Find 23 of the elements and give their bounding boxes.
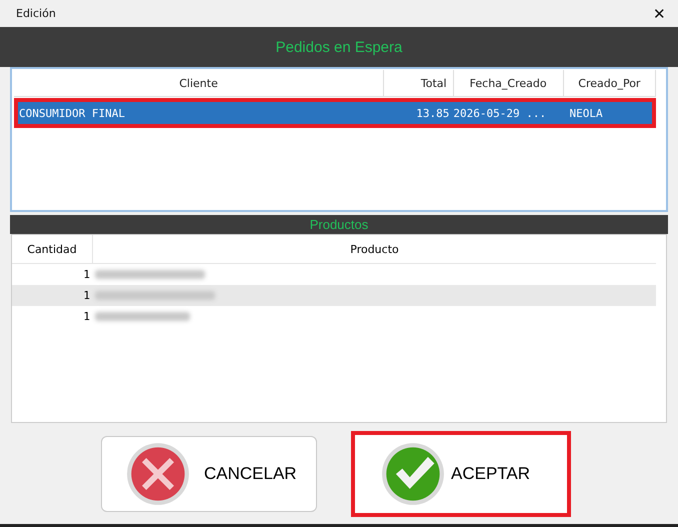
table-cell-text: CONSUMIDOR FINAL (18, 106, 126, 120)
column-header[interactable]: Producto (93, 235, 656, 263)
section-header: Pedidos en Espera (0, 27, 678, 67)
checkmark-icon (381, 442, 445, 506)
accept-button[interactable]: ACEPTAR (351, 431, 571, 517)
table-cell-text: 1 (82, 310, 90, 323)
window-title: Edición (16, 7, 56, 20)
cross-icon (126, 442, 190, 506)
table-cell-text: 1 (82, 289, 90, 302)
close-button[interactable]: ✕ (649, 4, 670, 22)
product-row[interactable]: 1 (12, 285, 656, 306)
table-cell-text: NEOLA (568, 106, 604, 120)
table-cell-text: 1 (82, 268, 90, 281)
section-header: Productos (10, 215, 668, 234)
table-cell-text: 2026-05-29 ... (453, 106, 548, 120)
column-header[interactable]: Fecha_Creado (454, 70, 564, 96)
table-cell-text: 13.85 (415, 106, 450, 120)
column-header[interactable]: Cantidad (12, 235, 93, 263)
cancel-button[interactable]: CANCELAR (101, 436, 317, 512)
column-header[interactable]: Total (384, 70, 454, 96)
column-header[interactable]: Cliente (14, 70, 384, 96)
column-header[interactable]: Creado_Por (564, 70, 656, 96)
order-row[interactable]: CONSUMIDOR FINAL 13.85 2026-05-29 ... NEOLA (14, 98, 656, 128)
